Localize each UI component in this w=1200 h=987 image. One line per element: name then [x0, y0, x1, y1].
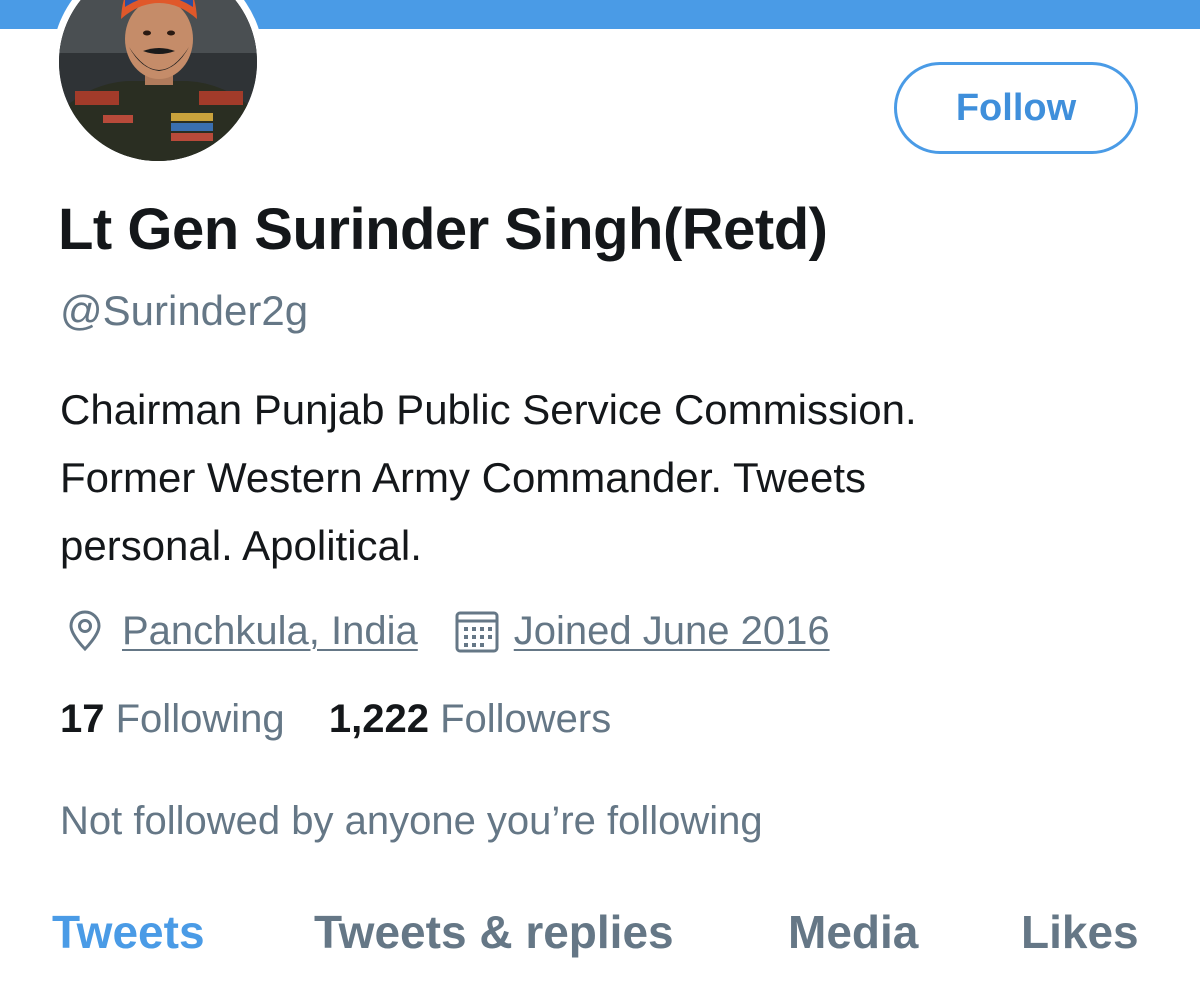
user-handle: @Surinder2g [60, 287, 309, 334]
profile-meta: Panchkula, India Joined June 2016 [62, 604, 830, 658]
joined-date[interactable]: Joined June 2016 [514, 609, 830, 654]
display-name: Lt Gen Surinder Singh(Retd) [58, 197, 828, 262]
profile-tabs: Tweets Tweets & replies Media Likes [0, 905, 1200, 975]
followers-label: Followers [440, 697, 612, 741]
location-pin-icon [62, 608, 108, 654]
follow-button[interactable]: Follow [894, 62, 1138, 154]
follow-counts: 17 Following 1,222 Followers [60, 697, 611, 742]
avatar[interactable] [52, 0, 264, 168]
bio-line: Former Western Army Commander. Tweets [60, 454, 867, 501]
tab-likes[interactable]: Likes [1021, 905, 1139, 959]
tab-tweets-and-replies[interactable]: Tweets & replies [314, 905, 674, 959]
following-label: Following [115, 697, 285, 741]
following-link[interactable]: 17 Following [60, 697, 296, 741]
bio: Chairman Punjab Public Service Commissio… [60, 376, 1160, 580]
mutual-followers-note: Not followed by anyone you’re following [60, 799, 763, 843]
calendar-icon [454, 608, 500, 654]
location-link[interactable]: Panchkula, India [122, 609, 418, 654]
bio-line: Chairman Punjab Public Service Commissio… [60, 386, 917, 433]
tab-media[interactable]: Media [788, 905, 918, 959]
followers-link[interactable]: 1,222 Followers [329, 697, 611, 741]
following-count: 17 [60, 697, 105, 741]
followers-count: 1,222 [328, 697, 429, 741]
tab-tweets[interactable]: Tweets [52, 905, 205, 959]
bio-line: personal. Apolitical. [60, 522, 422, 569]
avatar-photo [59, 0, 257, 161]
